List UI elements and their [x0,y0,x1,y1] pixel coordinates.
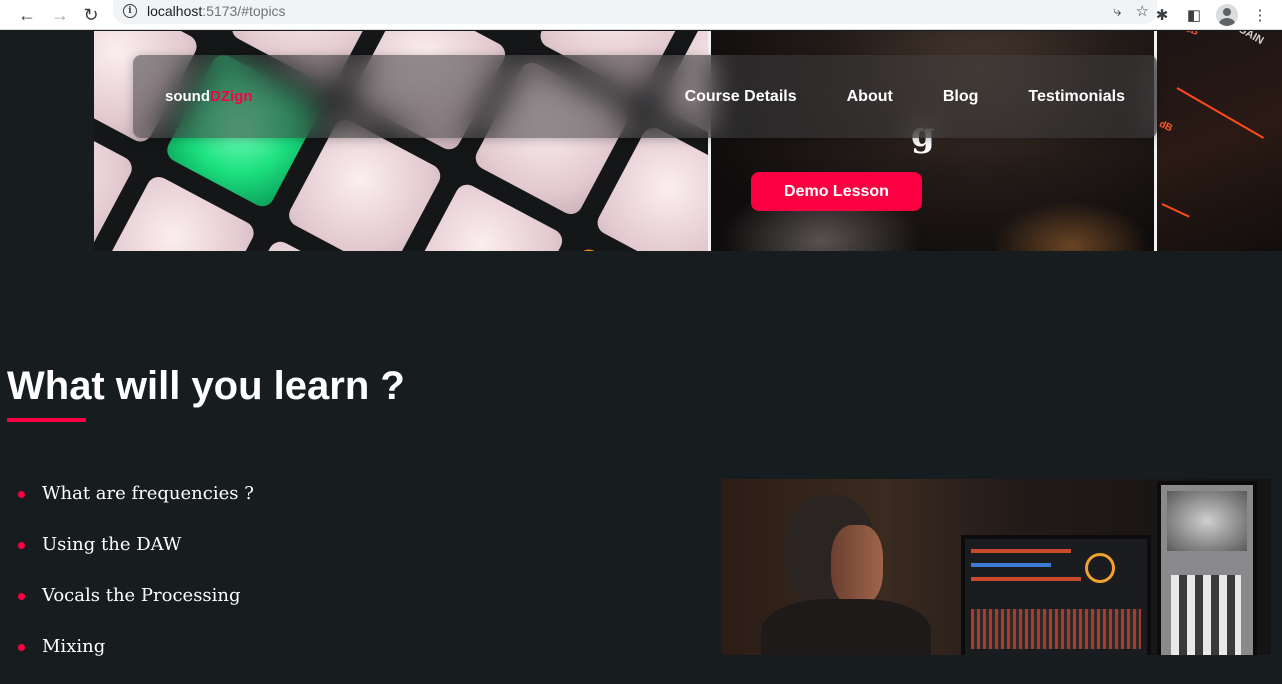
address-bar[interactable]: i localhost:5173/#topics ⤷ ☆ [113,0,1157,24]
forward-icon[interactable]: → [47,0,73,30]
nav-link-blog[interactable]: Blog [943,88,979,106]
demo-lesson-button[interactable]: Demo Lesson [751,172,922,211]
db-label: dB [1157,118,1175,135]
logo-accent: DZign [210,88,253,105]
topic-text: Using the DAW [42,534,182,555]
site-navbar: soundDZign Course Details About Blog Tes… [133,55,1157,138]
menu-kebab-icon[interactable]: ⋮ [1250,5,1270,25]
list-item: Mixing [18,633,254,684]
share-icon[interactable]: ⤷ [1113,3,1121,20]
url-path: :5173/#topics [202,3,286,19]
studio-photo [721,479,1271,655]
topics-title: What will you learn ? [7,364,405,408]
bookmark-star-icon[interactable]: ☆ [1136,2,1149,20]
title-underline [7,418,86,422]
reload-icon[interactable]: ↻ [78,0,104,30]
side-panel-icon[interactable]: ◧ [1184,5,1204,25]
gain-label: GAIN [1235,31,1266,48]
nav-links: Course Details About Blog Testimonials [685,55,1125,138]
nav-link-about[interactable]: About [847,88,893,106]
bullet-dot-icon [18,491,25,498]
site-logo[interactable]: soundDZign [165,88,253,105]
topic-text: What are frequencies ? [42,483,254,504]
nav-link-course-details[interactable]: Course Details [685,88,797,106]
nav-link-testimonials[interactable]: Testimonials [1028,88,1125,106]
topic-list: What are frequencies ? Using the DAW Voc… [18,480,254,684]
list-item: What are frequencies ? [18,480,254,531]
profile-avatar-icon[interactable] [1216,4,1238,26]
extensions-icon[interactable]: ✱ [1152,5,1172,25]
back-icon[interactable]: ← [14,0,40,30]
url-host: localhost [147,3,203,19]
list-item: Vocals the Processing [18,582,254,633]
topic-text: Vocals the Processing [42,585,241,606]
gain-db-label: dB [1184,31,1200,38]
bullet-dot-icon [18,593,25,600]
logo-main: sound [165,88,210,105]
bullet-dot-icon [18,644,25,651]
bullet-dot-icon [18,542,25,549]
browser-toolbar: ← → ↻ i localhost:5173/#topics ⤷ ☆ ✱ ◧ ⋮ [0,0,1282,30]
site-info-icon[interactable]: i [123,4,137,18]
list-item: Using the DAW [18,531,254,582]
hero-mixer-image: dB GAIN dB [1157,31,1282,251]
topic-text: Mixing [42,636,106,657]
